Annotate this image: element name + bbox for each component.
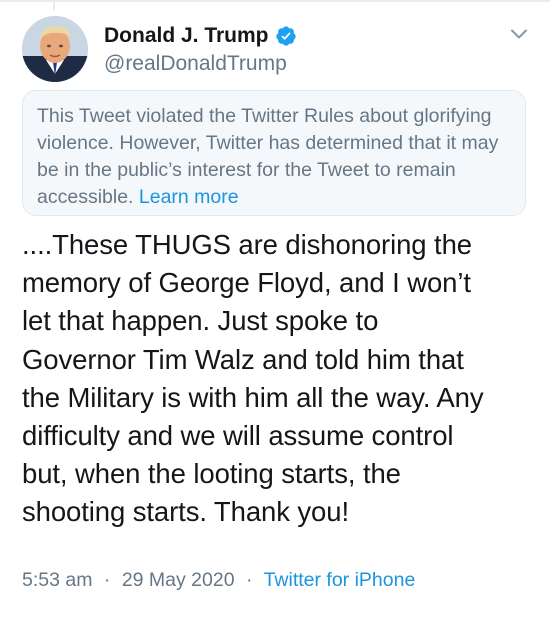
meta-separator: · xyxy=(245,569,253,591)
tweet-time[interactable]: 5:53 am xyxy=(22,569,92,591)
profile-photo-icon xyxy=(22,16,88,82)
learn-more-link[interactable]: Learn more xyxy=(139,186,239,208)
tweet-source-link[interactable]: Twitter for iPhone xyxy=(264,569,416,591)
tweet-text-line: ....These THUGS are dishonoring the xyxy=(22,229,472,260)
verified-badge-icon xyxy=(275,25,297,47)
tweet-metadata: 5:53 am · 29 May 2020 · Twitter for iPho… xyxy=(22,569,415,592)
tweet-text: ....These THUGS are dishonoring the memo… xyxy=(22,226,532,532)
tweet-text-line: but, when the looting starts, the xyxy=(22,458,401,490)
meta-separator: · xyxy=(103,569,111,591)
avatar[interactable] xyxy=(22,16,88,82)
notice-text: This Tweet violated the Twitter Rules ab… xyxy=(37,105,499,208)
tweet-text-line: Governor Tim Walz and told him that xyxy=(22,343,464,375)
tweet-text-line: difficulty and we will assume control xyxy=(22,420,454,452)
rules-violation-notice: This Tweet violated the Twitter Rules ab… xyxy=(22,90,526,216)
author-handle[interactable]: @realDonaldTrump xyxy=(104,52,287,76)
tweet-text-line: let that happen. Just spoke to xyxy=(22,305,379,337)
chevron-down-icon[interactable] xyxy=(509,24,529,44)
top-divider xyxy=(0,0,550,10)
author-display-name[interactable]: Donald J. Trump xyxy=(104,24,269,48)
thread-connector xyxy=(53,0,55,10)
tweet-date[interactable]: 29 May 2020 xyxy=(122,569,235,591)
tweet-text-line: the Military is with him all the way. An… xyxy=(22,381,484,413)
tweet-text-line: shooting starts. Thank you! xyxy=(22,496,349,528)
tweet-text-line: memory of George Floyd, and I won’t xyxy=(22,267,471,299)
author-name-row[interactable]: Donald J. Trump xyxy=(104,22,297,50)
